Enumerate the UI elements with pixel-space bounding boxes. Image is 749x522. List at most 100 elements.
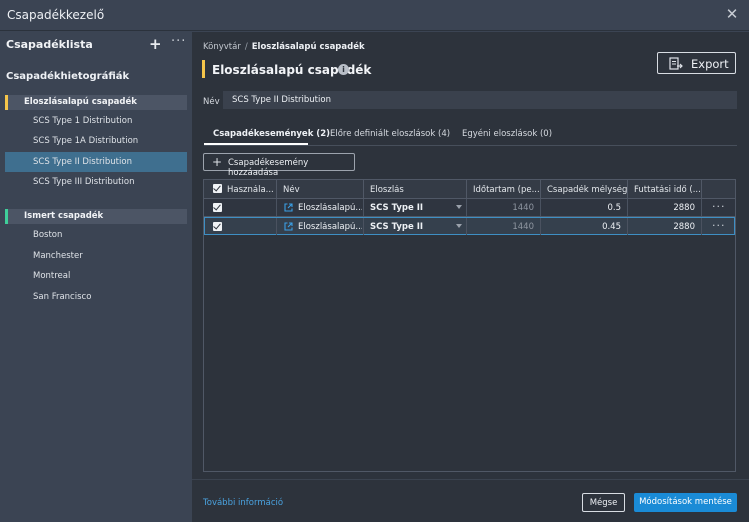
sidebar-item-label: SCS Type III Distribution — [33, 177, 135, 187]
header-cell-distribution[interactable]: Eloszlás — [364, 180, 467, 199]
export-label: Export — [691, 57, 729, 71]
row-distribution: SCS Type II — [370, 222, 424, 232]
row-duration: 1440 — [512, 222, 534, 232]
export-button[interactable]: Export — [657, 52, 736, 74]
external-link-icon[interactable] — [284, 203, 293, 212]
table-row[interactable]: Eloszlásalapú... SCS Type II 1440 0.5 28… — [204, 199, 735, 217]
tab-predefined-distributions[interactable]: Előre definiált eloszlások (4) — [330, 129, 450, 139]
add-rainfall-event-label: Csapadékesemény hozzáadása — [228, 158, 309, 178]
group-label: Ismert csapadék — [24, 211, 104, 221]
row-more-icon[interactable]: ··· — [712, 219, 726, 232]
cell-use[interactable] — [204, 199, 277, 216]
footer-divider — [192, 479, 749, 480]
sidebar-item-manchester[interactable]: Manchester — [5, 246, 187, 266]
header-cell-runtime[interactable]: Futtatási idő (... — [628, 180, 702, 199]
more-options-icon[interactable]: ··· — [171, 34, 186, 49]
sidebar-group-distribution[interactable]: Eloszlásalapú csapadék — [5, 95, 187, 110]
cell-runtime[interactable]: 2880 — [628, 199, 702, 216]
cell-name[interactable]: Eloszlásalapú... — [277, 199, 364, 216]
header-label: Használa... — [227, 185, 273, 195]
table-header: Használa... Név Eloszlás Időtartam (pe..… — [204, 180, 735, 199]
name-field[interactable]: SCS Type II Distribution — [223, 91, 737, 109]
row-depth: 0.45 — [602, 222, 621, 232]
breadcrumb-current: Eloszlásalapú csapadék — [251, 42, 365, 52]
header-cell-name[interactable]: Név — [277, 180, 364, 199]
breadcrumb: Könyvtár / Eloszlásalapú csapadék — [203, 42, 365, 52]
cancel-button[interactable]: Mégse — [582, 493, 625, 512]
sidebar-group-known[interactable]: Ismert csapadék — [5, 209, 187, 224]
sidebar-item-label: San Francisco — [33, 292, 92, 302]
chevron-down-icon[interactable] — [456, 224, 462, 228]
cell-name[interactable]: Eloszlásalapú... — [277, 218, 364, 235]
row-name: Eloszlásalapú... — [298, 203, 362, 213]
info-icon[interactable]: i — [338, 64, 349, 75]
breadcrumb-separator: / — [244, 42, 248, 52]
header-label: Futtatási idő (... — [634, 185, 700, 195]
header-label: Név — [283, 185, 300, 195]
sidebar-item-scs-type-1a[interactable]: SCS Type 1A Distribution — [5, 131, 187, 151]
sidebar-item-montreal[interactable]: Montreal — [5, 266, 187, 286]
row-duration: 1440 — [512, 203, 534, 213]
sidebar-item-label: SCS Type 1A Distribution — [33, 136, 139, 146]
sidebar-item-scs-type-1[interactable]: SCS Type 1 Distribution — [5, 111, 187, 131]
cell-duration: 1440 — [467, 199, 541, 216]
close-icon[interactable]: ✕ — [724, 6, 740, 22]
header-label: Eloszlás — [370, 185, 404, 195]
group-color-bar — [5, 209, 8, 224]
header-label: Időtartam (pe... — [473, 185, 539, 195]
name-label: Név — [203, 97, 220, 107]
tab-custom-distributions[interactable]: Egyéni eloszlások (0) — [462, 129, 552, 139]
sidebar-item-label: SCS Type II Distribution — [33, 157, 132, 167]
breadcrumb-root[interactable]: Könyvtár — [203, 42, 241, 52]
sidebar-item-label: Montreal — [33, 271, 71, 281]
row-runtime: 2880 — [673, 203, 695, 213]
row-more-icon[interactable]: ··· — [712, 200, 726, 213]
sidebar-item-label: Manchester — [33, 251, 83, 261]
plus-icon: + — [212, 155, 223, 169]
cell-runtime[interactable]: 2880 — [628, 218, 702, 235]
header-cell-depth[interactable]: Csapadék mélység... — [541, 180, 628, 199]
cell-depth[interactable]: 0.45 — [541, 218, 628, 235]
use-checkbox[interactable] — [213, 203, 222, 212]
sidebar-item-boston[interactable]: Boston — [5, 225, 187, 245]
cancel-label: Mégse — [589, 498, 618, 508]
add-rainfall-event-button[interactable]: + Csapadékesemény hozzáadása — [203, 153, 355, 178]
chevron-down-icon[interactable] — [456, 205, 462, 209]
row-runtime: 2880 — [673, 222, 695, 232]
external-link-icon[interactable] — [284, 222, 293, 231]
save-changes-button[interactable]: Módosítások mentése — [634, 493, 737, 512]
more-info-link[interactable]: További információ — [203, 498, 283, 508]
sidebar-subheader: Csapadékhietográfiák — [6, 71, 130, 82]
cell-use[interactable] — [205, 218, 277, 235]
cell-actions[interactable]: ··· — [702, 218, 734, 235]
header-cell-duration[interactable]: Időtartam (pe... — [467, 180, 541, 199]
cell-distribution[interactable]: SCS Type II — [364, 218, 467, 235]
cell-duration: 1440 — [467, 218, 541, 235]
row-depth: 0.5 — [607, 203, 621, 213]
title-bar: Csapadékkezelő ✕ — [0, 0, 749, 31]
export-icon — [669, 57, 683, 70]
cell-actions[interactable]: ··· — [702, 199, 735, 216]
table-row[interactable]: Eloszlásalapú... SCS Type II 1440 0.45 2… — [204, 217, 735, 235]
group-label: Eloszlásalapú csapadék — [24, 97, 137, 107]
sidebar-item-label: SCS Type 1 Distribution — [33, 116, 133, 126]
group-color-bar — [5, 95, 8, 110]
use-checkbox[interactable] — [213, 222, 222, 231]
title-accent-bar — [202, 60, 205, 78]
cell-depth[interactable]: 0.5 — [541, 199, 628, 216]
row-distribution: SCS Type II — [370, 203, 424, 213]
select-all-checkbox[interactable] — [213, 184, 222, 193]
header-label: Csapadék mélység... — [547, 185, 627, 195]
sidebar-header: Csapadéklista + ··· — [0, 32, 191, 56]
sidebar-item-scs-type-2[interactable]: SCS Type II Distribution — [5, 152, 187, 172]
tab-rainfall-events[interactable]: Csapadékesemények (2) — [213, 129, 330, 139]
sidebar: Csapadéklista + ··· Csapadékhietográfiák… — [0, 32, 191, 522]
cell-distribution[interactable]: SCS Type II — [364, 199, 467, 216]
tab-divider — [204, 145, 737, 146]
sidebar-item-scs-type-3[interactable]: SCS Type III Distribution — [5, 172, 187, 192]
sidebar-item-san-francisco[interactable]: San Francisco — [5, 287, 187, 307]
sidebar-title: Csapadéklista — [6, 38, 93, 51]
header-cell-use[interactable]: Használa... — [204, 180, 277, 199]
add-icon[interactable]: + — [149, 35, 162, 53]
save-changes-label: Módosítások mentése — [639, 497, 732, 507]
